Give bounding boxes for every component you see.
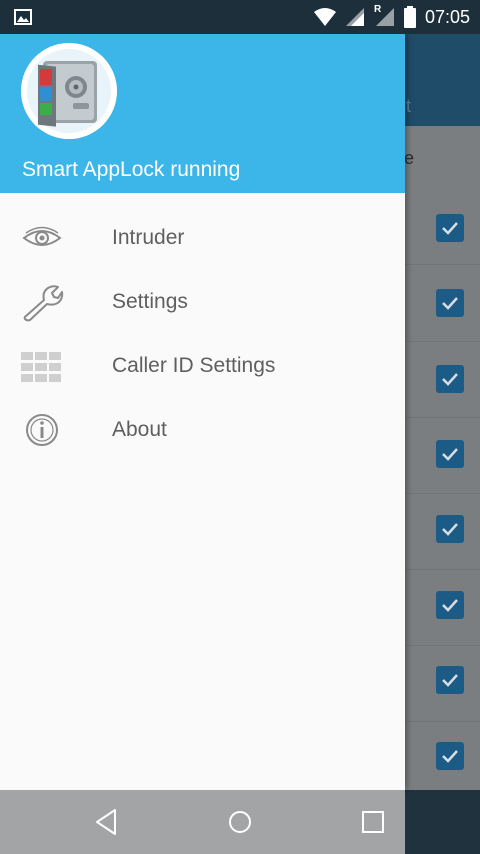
roaming-signal: R <box>373 4 395 27</box>
drawer-header: Smart AppLock running <box>0 34 405 193</box>
menu-item-settings[interactable]: Settings <box>0 270 405 334</box>
check-icon <box>442 297 458 310</box>
menu-label: About <box>112 418 167 441</box>
status-bar: R 07:05 <box>0 0 480 34</box>
checkbox[interactable] <box>436 214 464 242</box>
roaming-label: R <box>373 4 382 15</box>
menu-label: Caller ID Settings <box>112 354 276 377</box>
menu-item-intruder[interactable]: Intruder <box>0 206 405 270</box>
cell-signal-icon <box>345 8 364 26</box>
checkbox[interactable] <box>436 515 464 543</box>
checkbox[interactable] <box>436 440 464 468</box>
status-icons: R 07:05 <box>313 4 470 28</box>
check-icon <box>442 599 458 612</box>
drawer-header-title: Smart AppLock running <box>22 158 241 181</box>
status-time: 07:05 <box>424 7 470 27</box>
screen: R 07:05 t e Smart AppLock running Intrud… <box>0 0 480 854</box>
checkbox[interactable] <box>436 742 464 770</box>
eye-icon <box>22 226 62 246</box>
safe-app-icon <box>21 43 117 139</box>
menu-label: Intruder <box>112 226 185 249</box>
system-nav-bar-overlay <box>0 790 405 854</box>
checkbox[interactable] <box>436 289 464 317</box>
wrench-icon <box>23 285 64 322</box>
info-icon <box>26 414 58 446</box>
check-icon <box>442 523 458 536</box>
back-icon[interactable] <box>91 806 123 838</box>
home-icon[interactable] <box>224 806 256 838</box>
recents-icon[interactable] <box>357 806 389 838</box>
grid-icon <box>21 352 61 382</box>
menu-label: Settings <box>112 290 188 313</box>
check-icon <box>442 373 458 386</box>
checkbox[interactable] <box>436 666 464 694</box>
image-notification-icon <box>14 9 32 25</box>
background-header-fragment: e <box>404 148 415 168</box>
check-icon <box>442 448 458 461</box>
checkbox[interactable] <box>436 365 464 393</box>
check-icon <box>442 674 458 687</box>
menu-item-caller-id-settings[interactable]: Caller ID Settings <box>0 334 405 398</box>
menu-item-about[interactable]: About <box>0 398 405 462</box>
checkbox[interactable] <box>436 591 464 619</box>
navigation-drawer: Smart AppLock running Intruder Settings <box>0 34 405 790</box>
check-icon <box>442 750 458 763</box>
battery-icon <box>403 6 416 28</box>
wifi-icon <box>313 8 336 26</box>
avatar <box>21 43 117 139</box>
check-icon <box>442 222 458 235</box>
background-toolbar-fragment: t <box>406 96 412 116</box>
